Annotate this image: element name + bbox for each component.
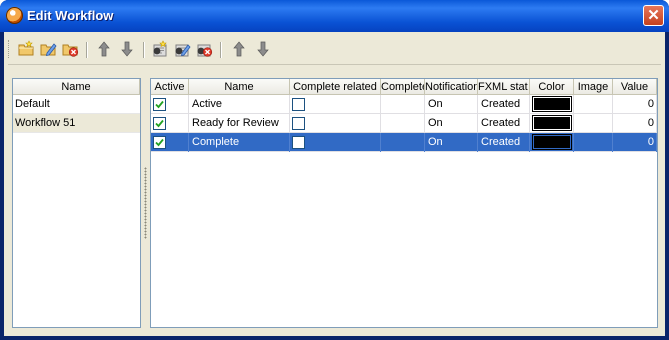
column-header-complete-related[interactable]: Complete related	[290, 79, 381, 95]
active-cell	[151, 133, 189, 152]
column-header-complete[interactable]: Complete	[381, 79, 425, 95]
complete-cell[interactable]	[381, 114, 425, 133]
dialog-client-area: Name Default Workflow 51 Active Name Com…	[4, 32, 665, 336]
workflow-label: Default	[15, 98, 50, 110]
color-swatch	[532, 134, 572, 150]
color-swatch	[532, 115, 572, 131]
new-workflow-icon	[18, 40, 34, 56]
delete-status-icon	[197, 44, 213, 57]
delete-workflow-button[interactable]	[60, 39, 80, 59]
xml-stat-cell[interactable]: Created	[478, 95, 530, 114]
splitter-handle[interactable]	[144, 167, 147, 239]
active-checkbox[interactable]	[153, 98, 166, 111]
column-header-name[interactable]: Name	[189, 79, 290, 95]
status-name-cell[interactable]: Complete	[189, 133, 290, 152]
image-cell[interactable]	[574, 114, 613, 133]
workflow-list-item[interactable]: Default	[13, 95, 140, 114]
toolbar-divider	[8, 64, 661, 65]
status-row[interactable]: Complete On Created 0	[151, 133, 657, 152]
complete-related-cell	[290, 114, 381, 133]
column-header-color[interactable]: Color	[530, 79, 574, 95]
active-cell	[151, 95, 189, 114]
edit-workflow-icon	[40, 43, 57, 57]
workflow-name-header[interactable]: Name	[13, 79, 140, 95]
color-swatch	[532, 96, 572, 112]
image-cell[interactable]	[574, 133, 613, 152]
close-button[interactable]: ✕	[643, 5, 664, 26]
move-status-down-button[interactable]	[253, 39, 273, 59]
notification-cell[interactable]: On	[425, 95, 478, 114]
column-header-value[interactable]: Value	[613, 79, 657, 95]
column-header-xml-stat[interactable]: FXML stat	[478, 79, 530, 95]
complete-related-cell	[290, 95, 381, 114]
status-name-cell[interactable]: Active	[189, 95, 290, 114]
status-grid[interactable]: Active Name Complete related Complete No…	[150, 78, 658, 328]
complete-related-checkbox[interactable]	[292, 98, 305, 111]
move-status-down-icon	[257, 41, 269, 57]
complete-cell[interactable]	[381, 133, 425, 152]
toolbar-separator	[86, 42, 88, 58]
active-cell	[151, 114, 189, 133]
toolbar-grip[interactable]	[8, 40, 12, 58]
color-cell[interactable]	[530, 95, 574, 114]
value-cell[interactable]: 0	[613, 114, 657, 133]
move-up-button[interactable]	[94, 39, 114, 59]
move-status-up-button[interactable]	[229, 39, 249, 59]
complete-cell[interactable]	[381, 95, 425, 114]
toolbar	[4, 36, 665, 64]
app-icon	[6, 7, 23, 24]
new-workflow-button[interactable]	[16, 39, 36, 59]
toolbar-separator	[220, 42, 222, 58]
value-cell[interactable]: 0	[613, 133, 657, 152]
edit-status-icon	[175, 44, 191, 57]
move-status-up-icon	[233, 41, 245, 57]
new-status-button[interactable]	[150, 39, 170, 59]
color-cell[interactable]	[530, 133, 574, 152]
complete-related-checkbox[interactable]	[292, 117, 305, 130]
edit-status-button[interactable]	[172, 39, 192, 59]
status-name-cell[interactable]: Ready for Review	[189, 114, 290, 133]
checkmark-icon	[155, 119, 164, 128]
color-cell[interactable]	[530, 114, 574, 133]
notification-cell[interactable]: On	[425, 114, 478, 133]
checkmark-icon	[155, 100, 164, 109]
move-down-button[interactable]	[117, 39, 137, 59]
value-cell[interactable]: 0	[613, 95, 657, 114]
delete-workflow-icon	[62, 44, 79, 57]
workflow-list-item[interactable]: Workflow 51	[13, 114, 140, 133]
new-status-icon	[153, 40, 167, 57]
delete-status-button[interactable]	[194, 39, 214, 59]
move-down-icon	[121, 41, 133, 57]
status-row[interactable]: Ready for Review On Created 0	[151, 114, 657, 133]
xml-stat-cell[interactable]: Created	[478, 114, 530, 133]
toolbar-separator	[143, 42, 145, 58]
column-header-image[interactable]: Image	[574, 79, 613, 95]
column-header-active[interactable]: Active	[151, 79, 189, 95]
complete-related-checkbox[interactable]	[292, 136, 305, 149]
title-bar[interactable]: Edit Workflow ✕	[0, 0, 669, 32]
column-header-notification[interactable]: Notification	[425, 79, 478, 95]
notification-cell[interactable]: On	[425, 133, 478, 152]
status-row[interactable]: Active On Created 0	[151, 95, 657, 114]
move-up-icon	[98, 41, 110, 57]
active-checkbox[interactable]	[153, 136, 166, 149]
workflow-list[interactable]: Name Default Workflow 51	[12, 78, 141, 328]
image-cell[interactable]	[574, 95, 613, 114]
edit-workflow-window: Edit Workflow ✕ Name Default Workflow 51…	[0, 0, 669, 340]
active-checkbox[interactable]	[153, 117, 166, 130]
window-title: Edit Workflow	[27, 8, 114, 23]
complete-related-cell	[290, 133, 381, 152]
edit-workflow-button[interactable]	[38, 39, 58, 59]
workflow-label: Workflow 51	[15, 117, 76, 129]
xml-stat-cell[interactable]: Created	[478, 133, 530, 152]
checkmark-icon	[155, 138, 164, 147]
